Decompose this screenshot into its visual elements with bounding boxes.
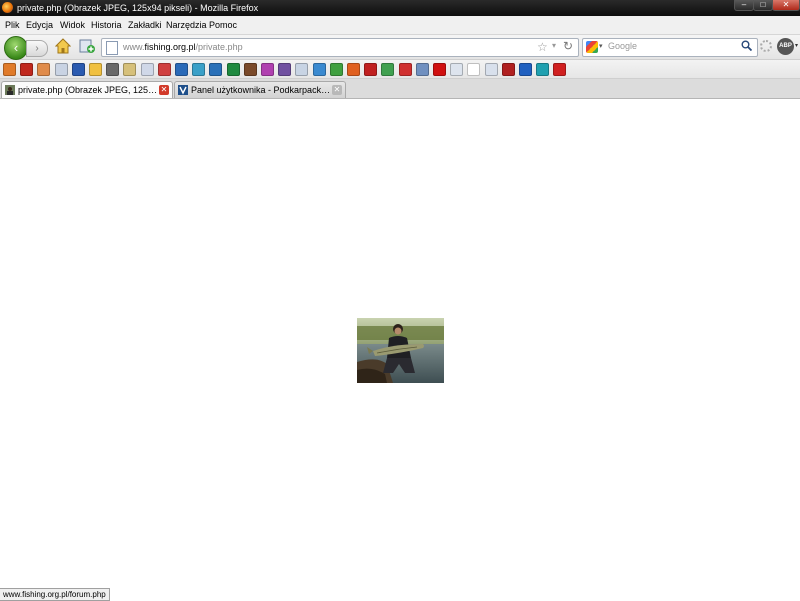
tab-private-php[interactable]: private.php (Obrazek JPEG, 125x94 piks..… bbox=[1, 81, 173, 98]
fishing-photo[interactable] bbox=[357, 318, 444, 383]
menu-edycja[interactable]: Edycja bbox=[26, 19, 53, 31]
brown-circle-icon[interactable] bbox=[243, 63, 257, 76]
pen-icon[interactable] bbox=[106, 63, 120, 76]
menu-widok[interactable]: Widok bbox=[60, 19, 85, 31]
doc3-icon[interactable] bbox=[484, 63, 498, 76]
m-letter-icon[interactable] bbox=[261, 63, 274, 76]
script-icon[interactable] bbox=[71, 63, 85, 76]
close-window-button[interactable]: ✕ bbox=[772, 0, 800, 11]
google-icon[interactable] bbox=[586, 41, 598, 53]
url-bar[interactable]: www.fishing.org.pl/private.php ☆ ▾ ↻ bbox=[101, 38, 579, 57]
menu-narzedzia[interactable]: Narzędzia bbox=[166, 19, 207, 31]
white-page-icon[interactable] bbox=[467, 63, 481, 76]
acrobat-icon[interactable] bbox=[20, 63, 34, 76]
picture-icon[interactable] bbox=[501, 63, 515, 76]
tab-label: private.php (Obrazek JPEG, 125x94 piks..… bbox=[18, 85, 158, 95]
search-placeholder: Google bbox=[608, 41, 638, 51]
add-bookmark-icon[interactable] bbox=[79, 38, 95, 54]
page-icon[interactable] bbox=[54, 63, 68, 76]
orange-icon[interactable] bbox=[347, 63, 360, 76]
arrows-icon[interactable] bbox=[536, 63, 550, 76]
back-button[interactable]: ‹ bbox=[4, 36, 28, 60]
adblock-dropdown-icon[interactable]: ▾ bbox=[795, 42, 798, 49]
maximize-button[interactable]: □ bbox=[753, 0, 773, 11]
status-text: www.fishing.org.pl/forum.php bbox=[0, 588, 110, 601]
minimize-button[interactable]: – bbox=[734, 0, 754, 11]
gear-icon[interactable] bbox=[760, 40, 772, 52]
x-icon[interactable] bbox=[553, 63, 567, 76]
purple-icon[interactable] bbox=[278, 63, 292, 76]
url-text[interactable]: www.fishing.org.pl/private.php bbox=[123, 41, 243, 53]
bookmark-star-icon[interactable]: ☆ bbox=[537, 40, 548, 54]
tab-bar: private.php (Obrazek JPEG, 125x94 piks..… bbox=[0, 79, 800, 99]
history-dropdown-icon[interactable]: ▾ bbox=[552, 41, 556, 50]
red-square-icon[interactable] bbox=[364, 63, 378, 76]
search-engine-dropdown-icon[interactable]: ▾ bbox=[599, 42, 603, 50]
flag-icon[interactable] bbox=[157, 63, 171, 76]
page2-icon[interactable] bbox=[295, 63, 309, 76]
checkmark-v-icon[interactable] bbox=[175, 63, 188, 76]
leaf-icon[interactable] bbox=[381, 63, 395, 76]
menu-plik[interactable]: Plik bbox=[5, 19, 20, 31]
search-bar[interactable]: ▾ Google bbox=[582, 38, 758, 57]
firefox-icon bbox=[2, 2, 13, 13]
search-icon[interactable] bbox=[741, 40, 753, 54]
swirl-icon[interactable] bbox=[415, 63, 429, 76]
blank-page-icon[interactable] bbox=[450, 63, 464, 76]
navigation-toolbar: ‹ › www.fishing.org.pl/private.php ☆ ▾ ↻… bbox=[0, 35, 800, 60]
globe-icon[interactable] bbox=[192, 63, 206, 76]
house-icon[interactable] bbox=[37, 63, 51, 76]
menu-zakladki[interactable]: Zakładki bbox=[128, 19, 162, 31]
status-bar: www.fishing.org.pl/forum.php bbox=[0, 588, 800, 601]
close-tab-icon[interactable]: ✕ bbox=[332, 85, 342, 95]
blue-circle-icon[interactable] bbox=[209, 63, 223, 76]
home-icon[interactable] bbox=[54, 38, 72, 54]
window-title: private.php (Obrazek JPEG, 125x94 piksel… bbox=[17, 3, 259, 13]
ukraine-flag-icon[interactable] bbox=[519, 63, 532, 76]
page-content bbox=[0, 99, 800, 588]
forward-button[interactable]: › bbox=[26, 40, 48, 57]
target-icon[interactable] bbox=[398, 63, 412, 76]
home-bookmark-icon[interactable] bbox=[3, 63, 16, 76]
reload-icon[interactable]: ↻ bbox=[563, 39, 573, 53]
menu-pomoc[interactable]: Pomoc bbox=[209, 19, 237, 31]
title-bar: private.php (Obrazek JPEG, 125x94 piksel… bbox=[0, 0, 800, 16]
weather-icon[interactable] bbox=[89, 63, 102, 76]
puzzle-icon[interactable] bbox=[312, 63, 326, 76]
image-favicon-icon bbox=[5, 85, 15, 95]
tab-panel-uzytkownika[interactable]: Panel użytkownika - Podkarpacki Serwis .… bbox=[174, 81, 346, 98]
bookmarks-toolbar bbox=[0, 60, 800, 79]
menu-bar: Plik Edycja Widok Historia Zakładki Narz… bbox=[0, 16, 800, 35]
adblock-plus-button[interactable]: ABP bbox=[777, 38, 794, 55]
green-box-icon[interactable] bbox=[226, 63, 240, 76]
menu-historia[interactable]: Historia bbox=[91, 19, 122, 31]
page-icon bbox=[106, 41, 118, 55]
site-favicon-icon bbox=[178, 85, 188, 95]
youtube-icon[interactable] bbox=[433, 63, 446, 76]
doc-icon[interactable] bbox=[140, 63, 154, 76]
close-tab-icon[interactable]: ✕ bbox=[159, 85, 169, 95]
shield-green-icon[interactable] bbox=[329, 63, 343, 76]
tool-icon[interactable] bbox=[123, 63, 137, 76]
tab-label: Panel użytkownika - Podkarpacki Serwis .… bbox=[191, 85, 331, 95]
